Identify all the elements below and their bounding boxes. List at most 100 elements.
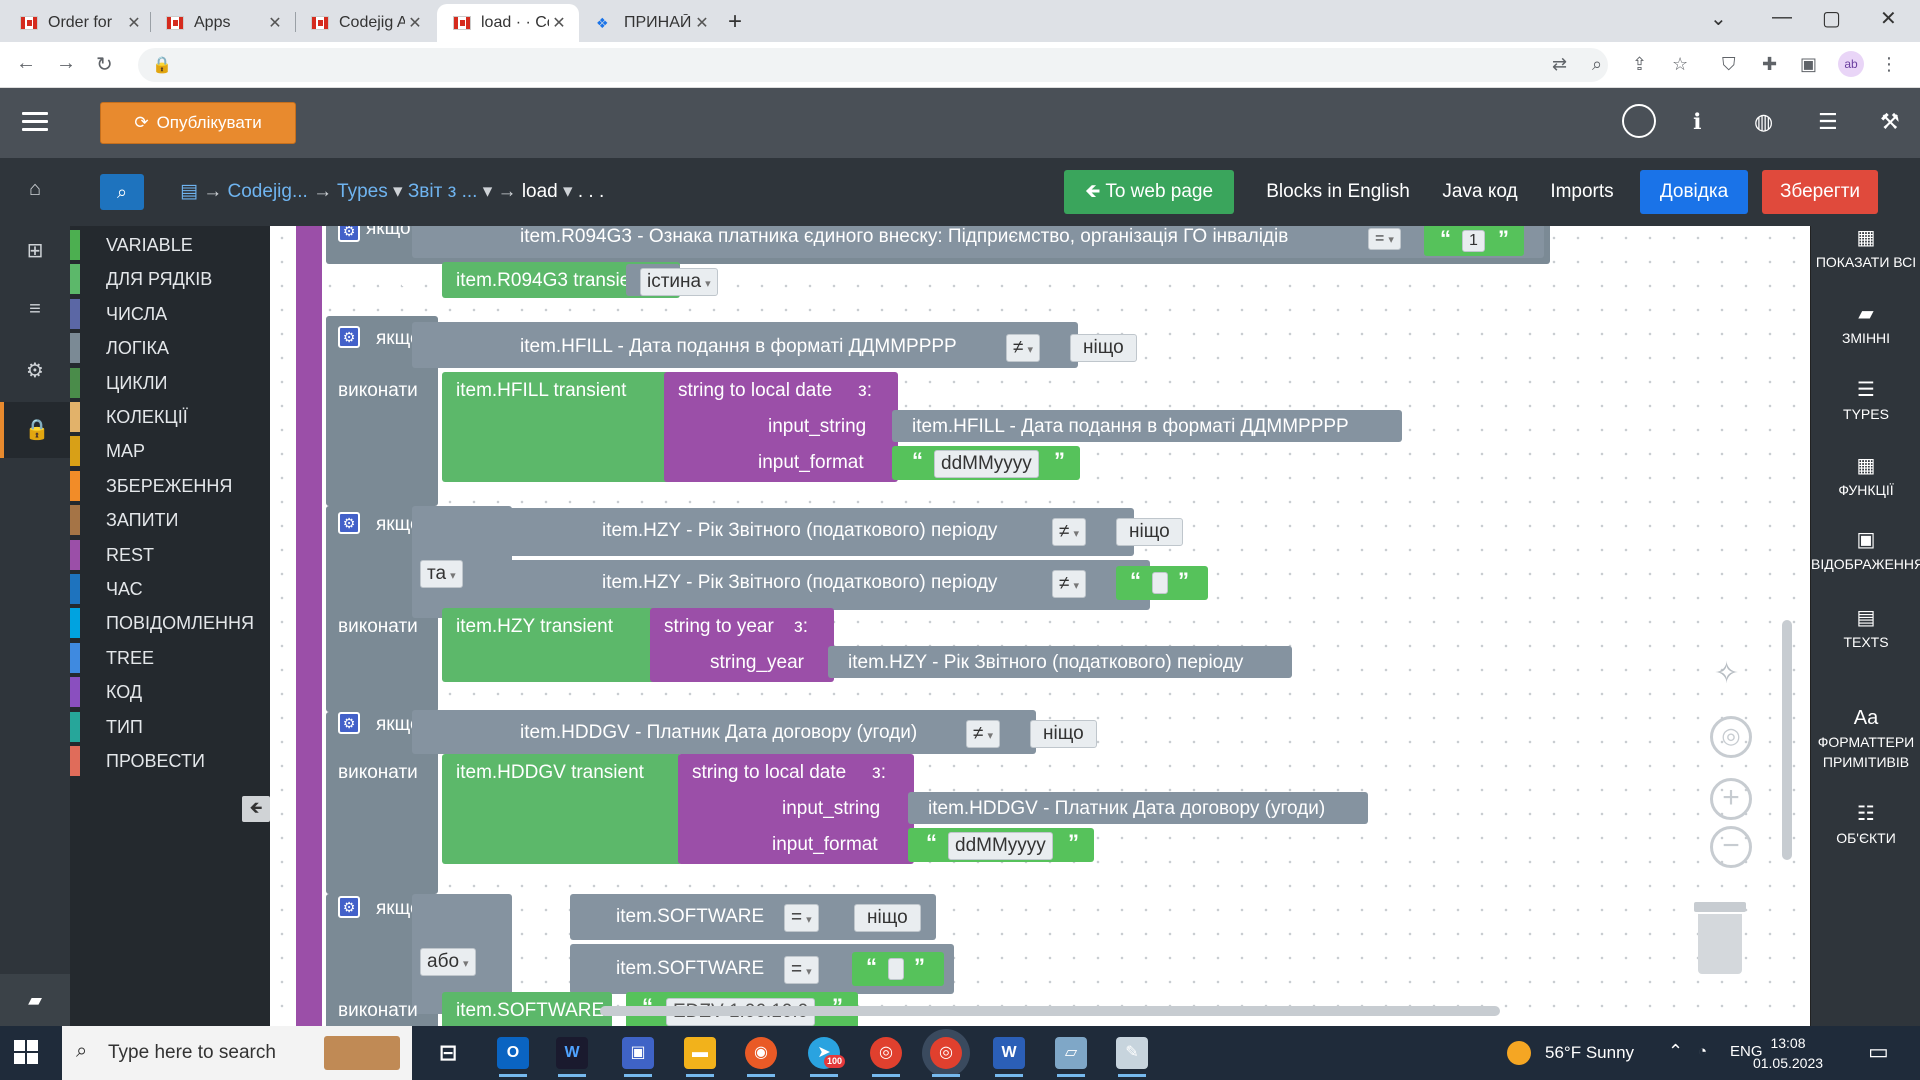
list-icon[interactable]: ≡ xyxy=(0,298,70,321)
caret-down-icon[interactable]: ▾ xyxy=(483,181,493,202)
operator-dropdown[interactable]: ≠ ▾ xyxy=(1006,334,1040,362)
text-field[interactable]: ddMMyyyy xyxy=(934,450,1039,478)
firefox-icon[interactable]: ◉ xyxy=(745,1037,777,1077)
category-item[interactable]: ТИП xyxy=(70,711,270,742)
file-explorer-icon[interactable]: ▬ xyxy=(684,1037,716,1077)
category-item[interactable]: MAP xyxy=(70,436,270,467)
share-icon[interactable]: ⇪ xyxy=(1632,54,1647,75)
paint-icon[interactable]: ✎ xyxy=(1116,1037,1148,1077)
category-item[interactable]: ПРОВЕСТИ xyxy=(70,746,270,776)
telegram-icon[interactable]: ➤ 100 xyxy=(808,1037,846,1077)
category-item[interactable]: ДЛЯ РЯДКІВ xyxy=(70,264,270,295)
null-block[interactable]: ніщо xyxy=(1070,334,1137,362)
null-block[interactable]: ніщо xyxy=(1116,518,1183,546)
palette-item[interactable]: Aa ФОРМАТТЕРИ ПРИМІТИВІВ xyxy=(1811,708,1920,772)
caret-down-icon[interactable]: ▾ xyxy=(563,181,573,202)
close-tab-icon[interactable]: ✕ xyxy=(692,13,712,33)
empty-text-field[interactable] xyxy=(888,958,904,980)
logic-operator-dropdown[interactable]: або ▾ xyxy=(420,948,476,976)
search-highlight-icon[interactable] xyxy=(324,1036,400,1070)
bookmark-star-icon[interactable]: ☆ xyxy=(1672,54,1688,75)
back-icon[interactable]: ← xyxy=(16,52,36,75)
search-button[interactable]: ⌕ xyxy=(100,174,144,210)
list-icon[interactable]: ☰ xyxy=(1818,109,1838,135)
palette-item[interactable]: ▣ ВІДОБРАЖЕННЯ xyxy=(1811,530,1920,574)
palette-item[interactable]: ▰ ЗМІННІ xyxy=(1811,304,1920,348)
palette-item[interactable]: ☷ ОБ'ЄКТИ xyxy=(1811,804,1920,848)
gear-icon[interactable]: ⚙ xyxy=(338,512,360,534)
close-tab-icon[interactable]: ✕ xyxy=(124,13,144,33)
maximize-button[interactable]: ▢ xyxy=(1822,6,1841,31)
gear-icon[interactable]: ⚙ xyxy=(338,712,360,734)
info-icon[interactable]: ℹ xyxy=(1693,109,1701,135)
magic-wand-icon[interactable]: ✧ xyxy=(1714,656,1739,691)
gear-icon[interactable]: ⚙ xyxy=(0,358,70,383)
sunny-weather-icon[interactable] xyxy=(1507,1041,1531,1065)
procedure-block[interactable] xyxy=(296,226,322,1026)
close-tab-icon[interactable]: ✕ xyxy=(405,13,425,33)
lock-icon[interactable]: 🔒 xyxy=(0,402,70,458)
close-tab-icon[interactable]: ✕ xyxy=(265,13,285,33)
logic-operator-dropdown[interactable]: та ▾ xyxy=(420,560,463,588)
wrench-icon[interactable]: ⚒ xyxy=(1880,109,1900,135)
chrome-active-icon[interactable]: ◎ xyxy=(930,1037,962,1077)
sitemap-icon[interactable]: ⊞ xyxy=(0,238,70,263)
breadcrumb-current[interactable]: load xyxy=(522,181,558,202)
notepad-icon[interactable]: ▱ xyxy=(1055,1037,1087,1077)
breadcrumb-more[interactable]: . . . xyxy=(578,181,604,202)
clock[interactable]: 13:08 01.05.2023 xyxy=(1738,1033,1838,1073)
vertical-scrollbar[interactable] xyxy=(1782,620,1792,860)
operator-dropdown[interactable]: = ▾ xyxy=(784,904,819,932)
null-block[interactable]: ніщо xyxy=(854,904,921,932)
recenter-icon[interactable]: ◎ xyxy=(1710,716,1752,758)
taskbar-search-input[interactable]: ⌕ Type here to search xyxy=(62,1026,412,1080)
browser-menu-icon[interactable]: ⋮ xyxy=(1880,54,1898,75)
text-field[interactable]: 1 xyxy=(1462,230,1485,252)
reload-icon[interactable]: ↻ xyxy=(96,52,113,77)
minimize-button[interactable]: — xyxy=(1772,6,1792,29)
wifi-icon[interactable]: ◔ xyxy=(1698,1043,1707,1060)
help-button[interactable]: Довідка xyxy=(1640,170,1748,214)
close-window-button[interactable]: ✕ xyxy=(1880,6,1897,31)
operator-dropdown[interactable]: ≠ ▾ xyxy=(1052,570,1086,598)
side-panel-icon[interactable]: ▣ xyxy=(1800,54,1817,75)
notification-icon[interactable]: ▭ xyxy=(1868,1039,1889,1065)
category-item[interactable]: ЦИКЛИ xyxy=(70,367,270,398)
category-item[interactable]: ЧАС xyxy=(70,574,270,604)
zoom-in-icon[interactable]: + xyxy=(1710,778,1752,820)
globe-icon[interactable]: ◍ xyxy=(1754,109,1773,135)
profile-avatar[interactable]: ab xyxy=(1838,51,1864,77)
blockly-workspace[interactable]: ⚙ якщо item.R094G3 - Ознака платника єди… xyxy=(270,226,1810,1026)
blocks-in-english-button[interactable]: Blocks in English xyxy=(1250,170,1426,214)
category-item[interactable]: ЗБЕРЕЖЕННЯ xyxy=(70,470,270,501)
operator-dropdown[interactable]: = ▾ xyxy=(784,956,819,984)
gear-icon[interactable]: ⚙ xyxy=(338,226,360,242)
browser-tab[interactable]: Order for ✕ xyxy=(4,4,154,42)
book-icon[interactable]: ▰ xyxy=(0,974,70,1026)
trash-icon[interactable] xyxy=(1694,902,1746,974)
palette-item[interactable]: ▤ TEXTS xyxy=(1811,608,1920,652)
text-field[interactable]: ddMMyyyy xyxy=(948,832,1053,860)
close-tab-icon[interactable]: ✕ xyxy=(549,13,569,33)
operator-dropdown[interactable]: = ▾ xyxy=(1368,228,1401,250)
java-code-button[interactable]: Java код xyxy=(1430,170,1530,214)
browser-tab[interactable]: Codejig A ✕ xyxy=(295,4,435,42)
category-item[interactable]: TREE xyxy=(70,642,270,673)
collapse-sidebar-icon[interactable]: 🡸 xyxy=(242,796,270,822)
imports-button[interactable]: Imports xyxy=(1532,170,1632,214)
palette-item[interactable]: ▦ ФУНКЦІЇ xyxy=(1811,456,1920,500)
category-item[interactable]: ЛОГІКА xyxy=(70,333,270,364)
palette-item[interactable]: ▦ ПОКАЗАТИ ВСІ xyxy=(1811,228,1920,272)
breadcrumb-item[interactable]: Types xyxy=(337,181,388,202)
boolean-dropdown[interactable]: істина ▾ xyxy=(640,268,718,296)
gear-icon[interactable]: ⚙ xyxy=(338,326,360,348)
outlook-icon[interactable]: O xyxy=(497,1037,529,1077)
zoom-icon[interactable]: ⌕ xyxy=(1592,54,1602,75)
home-icon[interactable]: ⌂ xyxy=(0,178,70,201)
hamburger-menu-icon[interactable] xyxy=(22,112,48,132)
browser-tab-active[interactable]: load · · Co ✕ xyxy=(437,4,579,42)
word-icon[interactable]: W xyxy=(993,1037,1025,1077)
to-web-page-button[interactable]: 🡸 To web page xyxy=(1064,170,1234,214)
caret-down-icon[interactable]: ▾ xyxy=(393,181,403,202)
empty-text-field[interactable] xyxy=(1152,572,1168,594)
